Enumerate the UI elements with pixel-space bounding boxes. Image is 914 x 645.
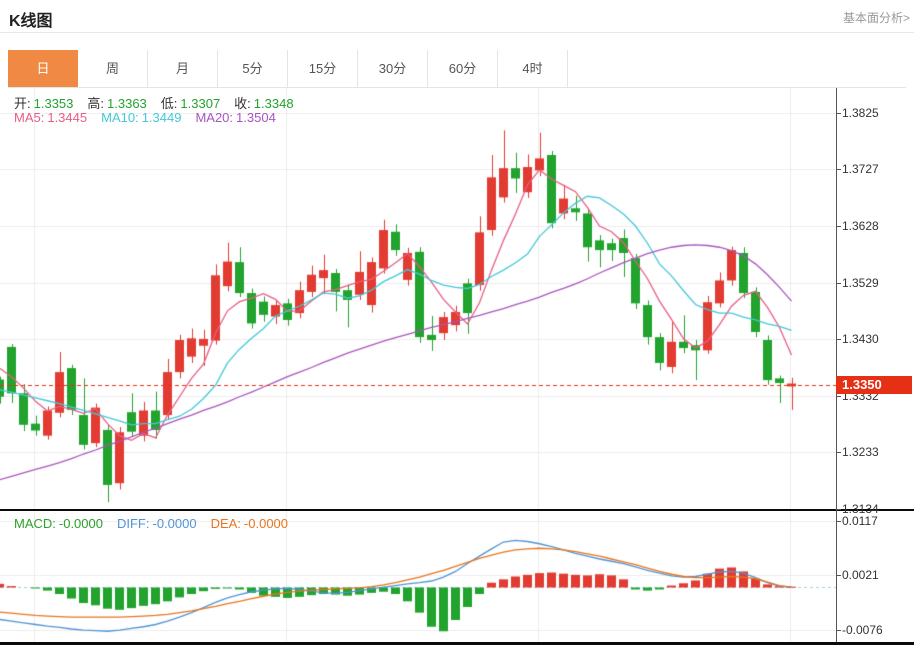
price-axis-tick-label: 1.3628 [842, 219, 879, 233]
tab-week[interactable]: 周 [78, 50, 148, 87]
tab-4hour[interactable]: 4时 [498, 50, 568, 87]
high-value: 1.3363 [107, 96, 147, 111]
chart-area: 开:1.3353高:1.3363低:1.3307收:1.3348 MA5:1.3… [0, 88, 914, 645]
price-axis-tick-label: 1.3430 [842, 332, 879, 346]
price-axis-tick-label: 1.3529 [842, 276, 879, 290]
current-price-badge: 1.3350 [836, 376, 912, 394]
macd-axis-tick-label: -0.0076 [842, 623, 883, 637]
macd-axis-tick [836, 575, 841, 576]
tab-month[interactable]: 月 [148, 50, 218, 87]
price-axis-tick [836, 339, 841, 340]
macd-label: MACD: [14, 516, 56, 531]
close-value: 1.3348 [254, 96, 294, 111]
header-divider [0, 32, 914, 33]
price-axis-tick [836, 452, 841, 453]
open-value: 1.3353 [34, 96, 74, 111]
ma5-value: 1.3445 [47, 110, 87, 125]
macd-axis-tick-label: 0.0117 [842, 514, 878, 528]
ma10-value: 1.3449 [142, 110, 182, 125]
tab-day[interactable]: 日 [8, 50, 78, 87]
ma-readout: MA5:1.3445 MA10:1.3449 MA20:1.3504 [14, 110, 290, 125]
tab-15min[interactable]: 15分 [288, 50, 358, 87]
ma20-value: 1.3504 [236, 110, 276, 125]
price-axis-tick [836, 113, 841, 114]
macd-axis-tick-label: 0.0021 [842, 568, 879, 582]
tab-5min[interactable]: 5分 [218, 50, 288, 87]
ma20-label: MA20: [195, 110, 233, 125]
price-axis-tick [836, 226, 841, 227]
dea-value: -0.0000 [244, 516, 288, 531]
price-axis-tick-label: 1.3727 [842, 162, 879, 176]
ma5-label: MA5: [14, 110, 44, 125]
price-axis-tick [836, 396, 841, 397]
high-label: 高: [87, 96, 104, 111]
price-axis-line [836, 88, 837, 642]
tab-60min[interactable]: 60分 [428, 50, 498, 87]
candlestick-chart-canvas[interactable] [0, 88, 836, 509]
price-axis-tick [836, 509, 841, 510]
open-label: 开: [14, 96, 31, 111]
period-tab-bar: 日周月5分15分30分60分4时 [8, 50, 906, 88]
ma10-label: MA10: [101, 110, 139, 125]
low-label: 低: [161, 96, 178, 111]
pane-separator [0, 509, 914, 511]
dea-label: DEA: [211, 516, 241, 531]
low-value: 1.3307 [180, 96, 220, 111]
price-axis-tick [836, 283, 841, 284]
diff-value: -0.0000 [152, 516, 196, 531]
page-title: K线图 [9, 7, 53, 31]
price-axis-tick-label: 1.3233 [842, 445, 879, 459]
price-axis-tick-label: 1.3825 [842, 106, 879, 120]
fundamental-analysis-link[interactable]: 基本面分析> [843, 9, 910, 26]
tab-30min[interactable]: 30分 [358, 50, 428, 87]
macd-readout: MACD:-0.0000DIFF:-0.0000DEA:-0.0000 [14, 516, 302, 531]
macd-value: -0.0000 [59, 516, 103, 531]
close-label: 收: [234, 96, 251, 111]
price-axis-tick [836, 169, 841, 170]
macd-axis-tick [836, 521, 841, 522]
diff-label: DIFF: [117, 516, 150, 531]
macd-axis-tick [836, 630, 841, 631]
